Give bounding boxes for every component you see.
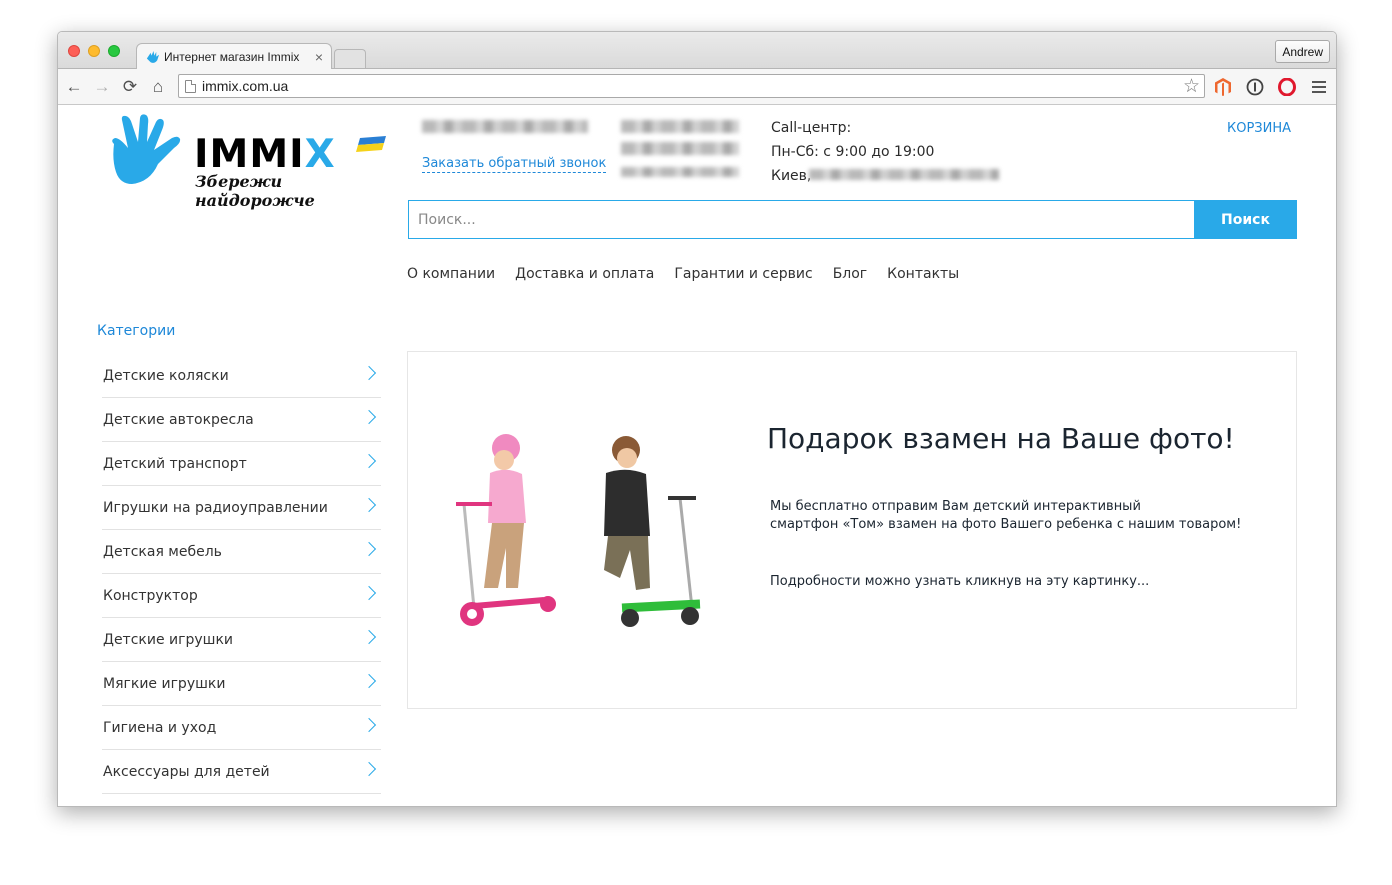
category-item[interactable]: Конструктор — [102, 574, 381, 618]
chevron-right-icon — [361, 541, 377, 556]
category-item[interactable]: Аксессуары для детей — [102, 750, 381, 794]
nav-about[interactable]: О компании — [407, 266, 495, 282]
close-window-button[interactable] — [68, 45, 80, 57]
category-item[interactable]: Мягкие игрушки — [102, 662, 381, 706]
promo-banner[interactable]: Подарок взамен на Ваше фото! Мы бесплатн… — [407, 351, 1297, 709]
opera-icon[interactable] — [1277, 77, 1297, 97]
banner-more-text: Подробности можно узнать кликнув на эту … — [770, 574, 1150, 589]
category-item[interactable]: Игрушки на радиоуправлении — [102, 486, 381, 530]
category-item[interactable]: Детские коляски — [102, 354, 381, 398]
bookmark-star-icon[interactable]: ☆ — [1183, 75, 1200, 98]
search-input[interactable] — [408, 200, 1194, 239]
chevron-right-icon — [361, 365, 377, 380]
hand-favicon-icon — [146, 50, 160, 63]
nav-blog[interactable]: Блог — [833, 266, 867, 282]
nav-warranty[interactable]: Гарантии и сервис — [674, 266, 812, 282]
hand-logo-icon — [112, 114, 181, 184]
category-list: Детские коляски Детские автокресла Детск… — [102, 354, 381, 794]
blurred-phone-3 — [621, 142, 739, 155]
browser-toolbar: ← → ⟳ ⌂ immix.com.ua ☆ — [58, 69, 1336, 105]
blurred-phone — [422, 120, 588, 133]
call-center-title: Call-центр: — [771, 120, 852, 136]
banner-text: Мы бесплатно отправим Вам детский интера… — [770, 499, 1242, 532]
tab-bar: Интернет магазин Immix × Andrew — [58, 32, 1336, 70]
tab-close-icon[interactable]: × — [315, 49, 323, 65]
tab-title: Интернет магазин Immix — [164, 50, 300, 64]
banner-title: Подарок взамен на Ваше фото! — [767, 422, 1235, 455]
logo-tagline: Збережи найдорожче — [195, 172, 315, 210]
page-icon — [185, 79, 196, 93]
chevron-right-icon — [361, 409, 377, 424]
maximize-window-button[interactable] — [108, 45, 120, 57]
minimize-window-button[interactable] — [88, 45, 100, 57]
new-tab-button[interactable] — [334, 49, 366, 68]
address-bar[interactable]: immix.com.ua ☆ — [178, 74, 1205, 98]
profile-button[interactable]: Andrew — [1275, 40, 1330, 63]
url-text[interactable]: immix.com.ua — [202, 78, 1183, 94]
cart-link[interactable]: КОРЗИНА — [1227, 121, 1291, 136]
forward-icon[interactable]: → — [88, 73, 116, 101]
callback-link[interactable]: Заказать обратный звонок — [422, 156, 607, 173]
browser-window: Интернет магазин Immix × Andrew ← → ⟳ ⌂ … — [57, 31, 1337, 807]
1password-icon[interactable] — [1245, 77, 1265, 97]
home-icon[interactable]: ⌂ — [144, 73, 172, 101]
top-navigation: О компании Доставка и оплата Гарантии и … — [407, 266, 959, 282]
chevron-right-icon — [361, 453, 377, 468]
category-item[interactable]: Детский транспорт — [102, 442, 381, 486]
blurred-address — [809, 169, 999, 180]
chevron-right-icon — [361, 673, 377, 688]
chevron-right-icon — [361, 629, 377, 644]
menu-icon[interactable] — [1309, 77, 1329, 97]
chevron-right-icon — [361, 761, 377, 776]
nav-contacts[interactable]: Контакты — [887, 266, 959, 282]
chevron-right-icon — [361, 717, 377, 732]
magento-icon[interactable] — [1213, 77, 1233, 97]
browser-tab[interactable]: Интернет магазин Immix × — [136, 43, 332, 70]
search-bar: Поиск — [408, 200, 1297, 239]
search-button[interactable]: Поиск — [1194, 200, 1297, 239]
site-logo[interactable]: IMMIX Збережи найдорожче — [106, 114, 388, 210]
web-page: IMMIX Збережи найдорожче Заказать обратн… — [58, 106, 1336, 806]
category-item[interactable]: Детская мебель — [102, 530, 381, 574]
category-item[interactable]: Детские игрушки — [102, 618, 381, 662]
nav-delivery[interactable]: Доставка и оплата — [515, 266, 654, 282]
category-item[interactable]: Детские автокресла — [102, 398, 381, 442]
categories-title: Категории — [97, 323, 176, 339]
blurred-phone-2 — [621, 120, 739, 133]
ukraine-flag-icon — [356, 136, 386, 152]
chevron-right-icon — [361, 585, 377, 600]
chevron-right-icon — [361, 497, 377, 512]
logo-word: IMMIX — [194, 132, 336, 177]
call-center-hours: Пн-Сб: с 9:00 до 19:00 — [771, 144, 935, 160]
reload-icon[interactable]: ⟳ — [116, 73, 144, 101]
window-controls — [68, 45, 120, 57]
kids-on-scooters-image — [456, 434, 701, 627]
blurred-phone-4 — [621, 167, 739, 177]
back-icon[interactable]: ← — [60, 73, 88, 101]
category-item[interactable]: Гигиена и уход — [102, 706, 381, 750]
